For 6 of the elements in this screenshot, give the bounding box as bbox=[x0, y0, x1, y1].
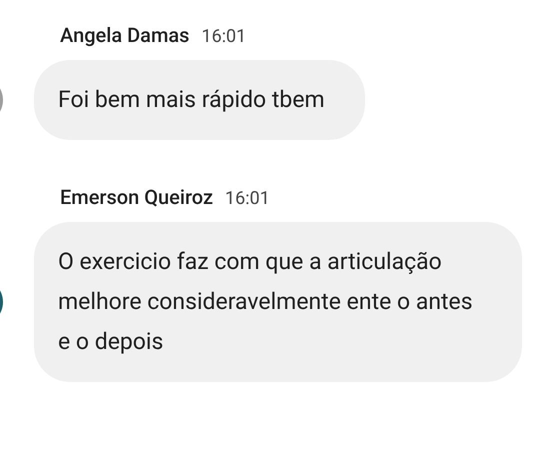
message-time: 16:01 bbox=[201, 25, 246, 49]
sender-name: Emerson Queiroz bbox=[60, 184, 214, 211]
message-bubble: O exercicio faz com que a articulação melhore consideravelmente ente o antes e o depois bbox=[34, 222, 522, 382]
message-time: 16:01 bbox=[225, 187, 270, 211]
sender-name: Angela Damas bbox=[60, 22, 190, 49]
message-bubble: Foi bem mais rápido tbem bbox=[34, 60, 365, 140]
